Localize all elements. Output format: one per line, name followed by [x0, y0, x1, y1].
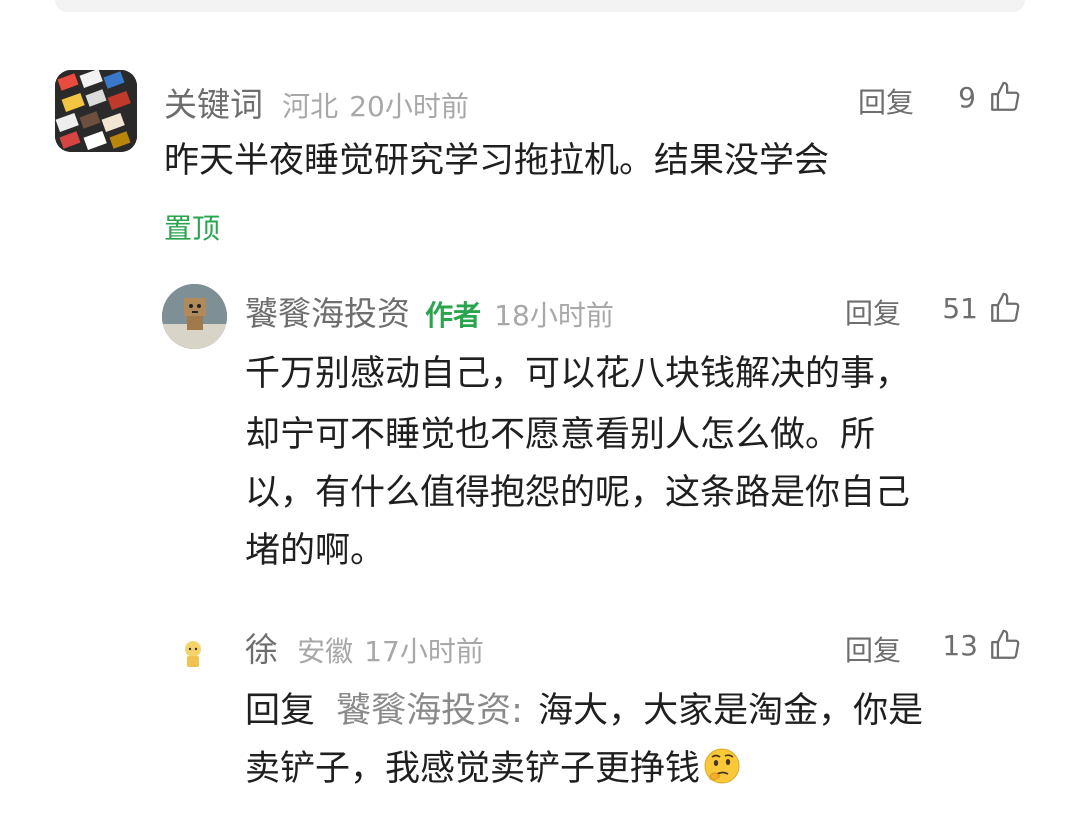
avatar-image — [55, 70, 137, 152]
comment-header: 饕餮海投资 作者 18小时前 — [245, 287, 614, 335]
author-badge: 作者 — [425, 299, 482, 332]
timestamp: 18小时前 — [494, 299, 614, 332]
comment-text-line: 千万别感动自己，可以花八块钱解决的事， — [245, 354, 911, 394]
avatar[interactable] — [162, 284, 227, 349]
avatar-image — [165, 625, 221, 681]
avatar[interactable] — [55, 70, 137, 152]
comment-header: 徐 安徽 17小时前 — [245, 623, 484, 671]
reply-button[interactable]: 回复 — [845, 292, 901, 332]
location: 安徽 — [297, 635, 354, 668]
username[interactable]: 徐 — [245, 630, 278, 669]
username[interactable]: 饕餮海投资 — [245, 294, 410, 333]
comment-text-line: 堵的啊。 — [245, 531, 386, 571]
mention-link[interactable]: 饕餮海投资: — [336, 691, 523, 731]
avatar-image — [162, 284, 227, 349]
username[interactable]: 关键词 — [164, 85, 263, 124]
comment-text-line: 卖铲子，我感觉卖铲子更挣钱 — [245, 738, 742, 807]
thinking-face-icon — [702, 744, 742, 807]
comment-text-line: 以，有什么值得抱怨的呢，这条路是你自己 — [245, 473, 911, 513]
previous-card-edge — [55, 0, 1025, 12]
thumbs-up-icon[interactable] — [988, 291, 1022, 329]
like-count: 13 — [942, 629, 978, 662]
comment-text: 卖铲子，我感觉卖铲子更挣钱 — [245, 749, 701, 789]
pinned-badge: 置顶 — [164, 212, 221, 245]
comment-text: 海大，大家是淘金，你是 — [538, 691, 924, 731]
like-count: 51 — [942, 292, 978, 325]
reply-button[interactable]: 回复 — [845, 629, 901, 669]
location: 河北 — [282, 90, 339, 123]
comment-header: 关键词 河北 20小时前 — [164, 78, 469, 126]
reply-prefix: 回复 — [245, 691, 316, 731]
like-count: 9 — [958, 81, 976, 114]
timestamp: 20小时前 — [349, 90, 469, 123]
thumbs-up-icon[interactable] — [988, 80, 1022, 118]
avatar[interactable] — [165, 625, 221, 681]
thumbs-up-icon[interactable] — [988, 628, 1022, 666]
reply-button[interactable]: 回复 — [858, 81, 914, 121]
timestamp: 17小时前 — [364, 635, 484, 668]
comment-text: 昨天半夜睡觉研究学习拖拉机。结果没学会 — [164, 141, 830, 181]
comment-text-line: 却宁可不睡觉也不愿意看别人怎么做。所 — [245, 415, 876, 455]
comment-text-line: 回复 饕餮海投资: 海大，大家是淘金，你是 — [245, 680, 923, 743]
